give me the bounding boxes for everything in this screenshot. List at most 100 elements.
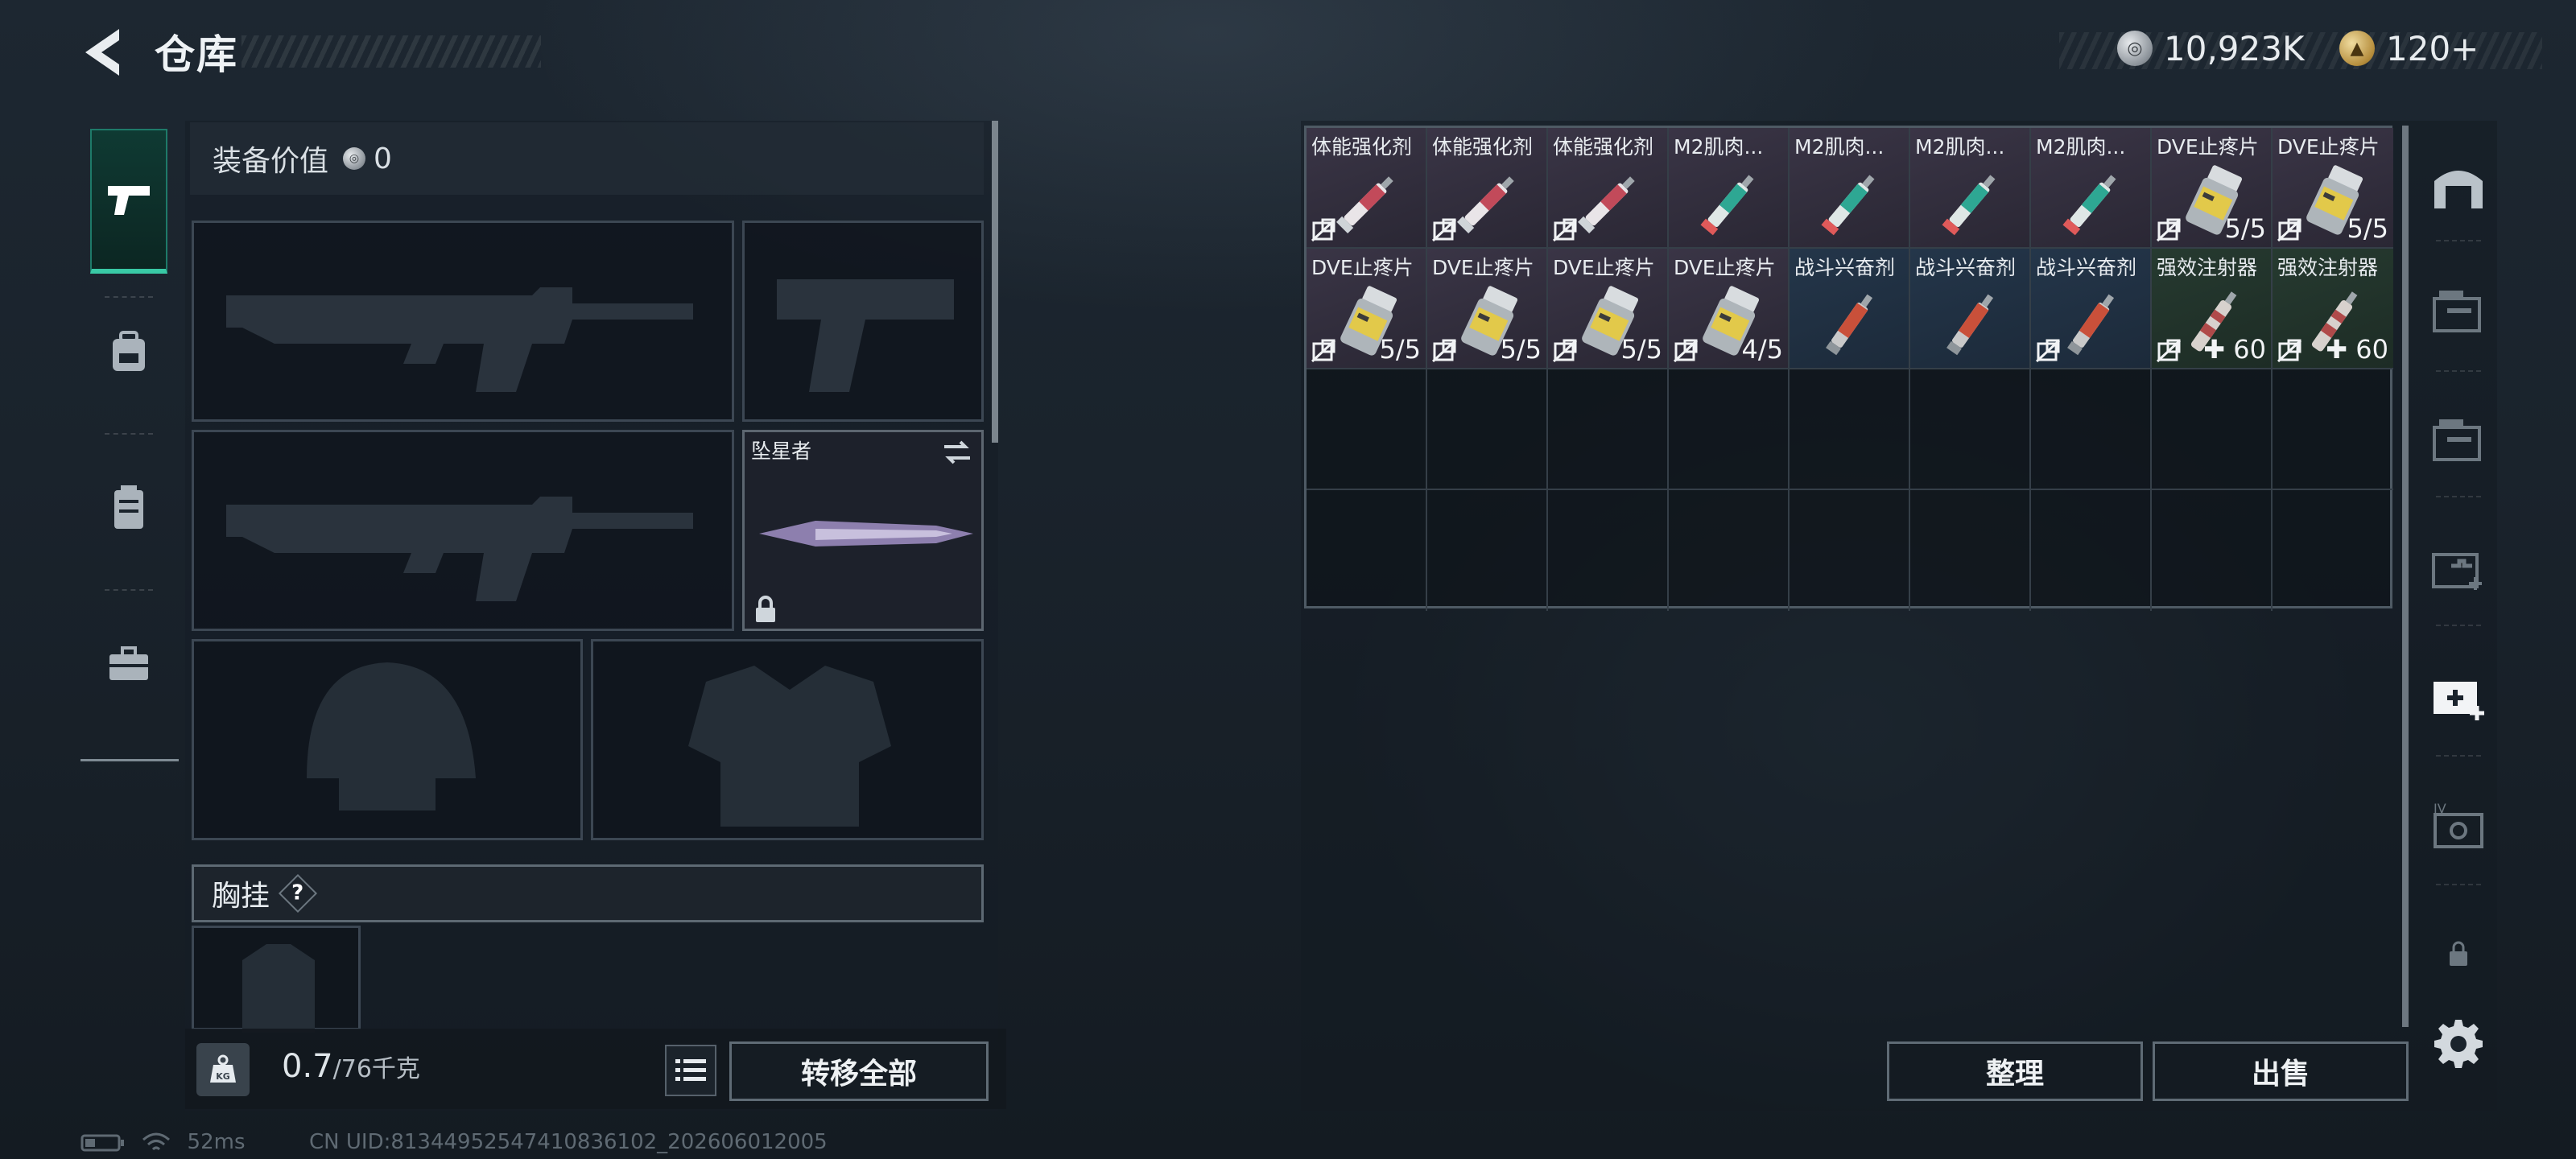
lock-icon xyxy=(2450,941,2467,966)
empty-slot[interactable] xyxy=(1669,490,1790,611)
gold-amount: 120+ xyxy=(2386,28,2479,68)
help-button[interactable]: ? xyxy=(278,873,318,914)
inventory-item[interactable]: 体能强化剂 xyxy=(1307,128,1427,249)
list-view-button[interactable] xyxy=(665,1045,716,1096)
inventory-item[interactable]: M2肌肉... xyxy=(2031,128,2152,249)
inventory-item[interactable]: DVE止疼片 5/5 xyxy=(2152,128,2273,249)
chest-rig-slot[interactable] xyxy=(192,926,361,1033)
item-count: 5/5 xyxy=(1620,334,1663,365)
empty-slot[interactable] xyxy=(2273,369,2393,490)
storage-box-icon xyxy=(2433,419,2481,461)
empty-slot[interactable] xyxy=(1548,369,1669,490)
wifi-icon xyxy=(142,1132,171,1150)
organize-button[interactable]: 整理 xyxy=(1887,1041,2143,1101)
inventory-item[interactable]: M2肌肉... xyxy=(1910,128,2031,249)
inventory-item[interactable]: DVE止疼片 5/5 xyxy=(2273,128,2393,249)
warehouse-icon xyxy=(2434,171,2483,208)
empty-slot[interactable] xyxy=(1910,490,2031,611)
empty-slot[interactable] xyxy=(2273,490,2393,611)
tab-weapons[interactable] xyxy=(90,129,167,274)
pistol-icon xyxy=(108,186,150,215)
tab-case[interactable] xyxy=(90,604,167,724)
safe-box-icon: IV xyxy=(2434,801,2483,848)
item-name: 强效注射器 xyxy=(2277,256,2379,279)
transfer-all-button[interactable]: 转移全部 xyxy=(729,1041,989,1101)
inventory-item[interactable]: 战斗兴奋剂 xyxy=(2031,249,2152,369)
inventory-item[interactable]: M2肌肉... xyxy=(1669,128,1790,249)
rifle-silhouette-icon xyxy=(226,287,693,392)
inventory-item[interactable]: 战斗兴奋剂 xyxy=(1790,249,1910,369)
empty-slot[interactable] xyxy=(1790,369,1910,490)
tab-medical-active[interactable] xyxy=(2420,652,2497,740)
tab-storage-2[interactable] xyxy=(2420,394,2497,483)
storage-box-icon xyxy=(2433,291,2481,332)
tab-medical-1[interactable] xyxy=(2420,523,2497,612)
primary-weapon-slot[interactable] xyxy=(192,221,734,422)
helmet-slot[interactable] xyxy=(192,639,583,840)
vest-icon xyxy=(114,485,143,529)
inventory-item[interactable]: 强效注射器 ✚ 60 xyxy=(2273,249,2393,369)
melee-slot[interactable]: 坠星者 xyxy=(742,430,984,631)
tab-backpack[interactable] xyxy=(90,291,167,412)
pistol-silhouette-icon xyxy=(777,279,954,392)
syringe-teal-icon xyxy=(1691,160,1772,241)
empty-slot[interactable] xyxy=(1669,369,1790,490)
empty-slot[interactable] xyxy=(1427,369,1548,490)
armor-silhouette-icon xyxy=(688,666,891,827)
back-arrow-icon xyxy=(85,29,119,76)
item-name: M2肌肉... xyxy=(2036,135,2126,159)
tab-vest[interactable] xyxy=(90,448,167,568)
empty-slot[interactable] xyxy=(1427,490,1548,611)
tertiary-weapon-slot[interactable] xyxy=(192,430,734,631)
empty-slot[interactable] xyxy=(2031,490,2152,611)
no-trade-icon xyxy=(2277,218,2303,242)
tab-container-iv[interactable]: IV xyxy=(2420,781,2497,869)
inventory-item[interactable]: 强效注射器 ✚ 60 xyxy=(2152,249,2273,369)
empty-slot[interactable] xyxy=(1910,369,2031,490)
weight-icon: KG xyxy=(196,1043,250,1096)
inventory-item[interactable]: 体能强化剂 xyxy=(1427,128,1548,249)
tab-storage-1[interactable] xyxy=(2420,266,2497,354)
inventory-item[interactable]: M2肌肉... xyxy=(1790,128,1910,249)
empty-slot[interactable] xyxy=(1307,490,1427,611)
empty-slot[interactable] xyxy=(1548,490,1669,611)
chest-rig-label: 胸挂 xyxy=(212,880,270,913)
inventory-item[interactable]: DVE止疼片 4/5 xyxy=(1669,249,1790,369)
item-name: DVE止疼片 xyxy=(2277,135,2380,159)
settings-button[interactable] xyxy=(2420,998,2497,1087)
no-trade-icon xyxy=(2277,339,2303,363)
rifle-silhouette-icon xyxy=(226,497,693,601)
back-button[interactable] xyxy=(77,24,129,80)
item-name: M2肌肉... xyxy=(1915,135,2005,159)
no-trade-icon xyxy=(1431,339,1458,363)
equipment-scrollbar[interactable] xyxy=(992,121,998,443)
inventory-scrollbar[interactable] xyxy=(2402,126,2409,1027)
item-name: DVE止疼片 xyxy=(1553,256,1655,279)
empty-slot[interactable] xyxy=(2152,369,2273,490)
category-tabs xyxy=(80,118,179,761)
empty-slot[interactable] xyxy=(2152,490,2273,611)
empty-slot[interactable] xyxy=(2031,369,2152,490)
item-name: 体能强化剂 xyxy=(1432,135,1534,159)
silver-currency: ◎ 10,923K xyxy=(2117,24,2305,72)
silver-amount: 10,923K xyxy=(2164,28,2305,68)
inventory-item[interactable]: DVE止疼片 5/5 xyxy=(1548,249,1669,369)
item-name: DVE止疼片 xyxy=(1432,256,1534,279)
page-title: 仓库 xyxy=(155,31,238,78)
inventory-item[interactable]: 战斗兴奋剂 xyxy=(1910,249,2031,369)
sell-button[interactable]: 出售 xyxy=(2153,1041,2409,1101)
tab-storage-home[interactable] xyxy=(2420,142,2497,230)
empty-slot[interactable] xyxy=(1790,490,1910,611)
secondary-weapon-slot[interactable] xyxy=(742,221,984,422)
knife-icon xyxy=(759,521,973,547)
gold-currency[interactable]: ▲ 120+ xyxy=(2339,24,2479,72)
inventory-item[interactable]: DVE止疼片 5/5 xyxy=(1427,249,1548,369)
briefcase-icon xyxy=(109,646,148,680)
item-name: 战斗兴奋剂 xyxy=(2036,256,2137,279)
armor-slot[interactable] xyxy=(591,639,984,840)
swap-icon[interactable] xyxy=(941,439,973,466)
inventory-item[interactable]: DVE止疼片 5/5 xyxy=(1307,249,1427,369)
empty-slot[interactable] xyxy=(1307,369,1427,490)
inventory-item[interactable]: 体能强化剂 xyxy=(1548,128,1669,249)
item-name: DVE止疼片 xyxy=(2157,135,2259,159)
